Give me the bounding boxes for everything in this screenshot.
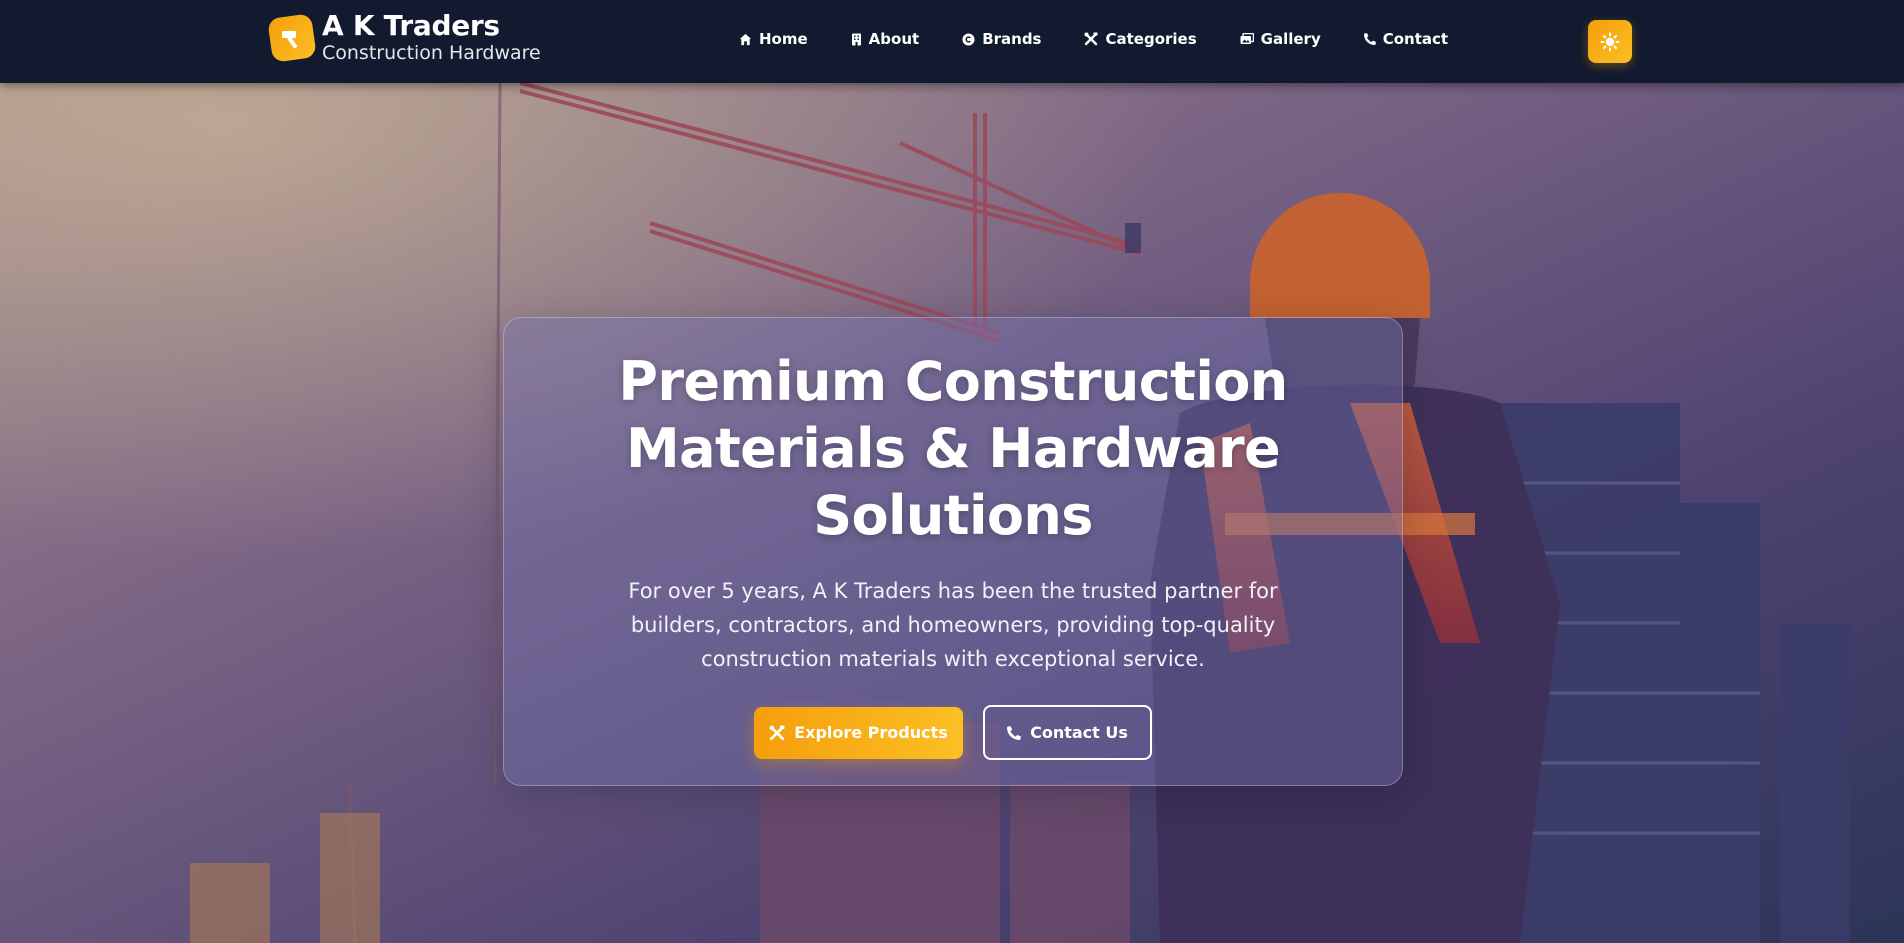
nav-categories-label: Categories xyxy=(1105,30,1197,48)
explore-products-label: Explore Products xyxy=(794,723,948,742)
nav-home[interactable]: Home xyxy=(739,30,808,48)
nav-contact[interactable]: Contact xyxy=(1363,30,1449,48)
sun-icon xyxy=(1600,32,1620,51)
theme-toggle-button[interactable] xyxy=(1588,20,1632,63)
phone-icon xyxy=(1007,725,1022,740)
nav-home-label: Home xyxy=(759,30,808,48)
nav-contact-label: Contact xyxy=(1382,30,1449,48)
hero-title: Premium Construction Materials & Hardwar… xyxy=(618,350,1288,547)
nav-gallery[interactable]: Gallery xyxy=(1240,30,1321,48)
hammer-icon xyxy=(267,12,317,63)
contact-us-button[interactable]: Contact Us xyxy=(983,705,1152,760)
nav-about[interactable]: About xyxy=(851,30,920,48)
building-icon xyxy=(851,33,861,45)
home-icon xyxy=(739,33,752,45)
contact-us-label: Contact Us xyxy=(1030,723,1128,742)
nav-about-label: About xyxy=(868,30,920,48)
main-nav: Home About Brands Categories Gallery Con… xyxy=(739,30,1448,48)
navbar: A K Traders Construction Hardware Home A… xyxy=(0,0,1904,83)
tools-icon xyxy=(769,725,785,740)
hero-actions: Explore Products Contact Us xyxy=(754,705,1152,760)
nav-brands[interactable]: Brands xyxy=(962,30,1041,48)
phone-icon xyxy=(1363,33,1376,45)
hero-section: Premium Construction Materials & Hardwar… xyxy=(0,83,1904,943)
hero-card: Premium Construction Materials & Hardwar… xyxy=(503,317,1403,786)
images-icon xyxy=(1240,33,1254,44)
hero-description: For over 5 years, A K Traders has been t… xyxy=(628,579,1278,671)
nav-categories[interactable]: Categories xyxy=(1084,30,1197,48)
explore-products-button[interactable]: Explore Products xyxy=(754,706,963,759)
tools-icon xyxy=(1084,32,1098,46)
copyright-icon xyxy=(962,32,975,46)
brand-logo-link[interactable]: A K Traders Construction Hardware xyxy=(267,9,541,64)
nav-gallery-label: Gallery xyxy=(1260,30,1321,48)
brand-name: A K Traders xyxy=(322,9,500,42)
nav-brands-label: Brands xyxy=(982,30,1042,48)
brand-subtitle: Construction Hardware xyxy=(322,42,541,64)
